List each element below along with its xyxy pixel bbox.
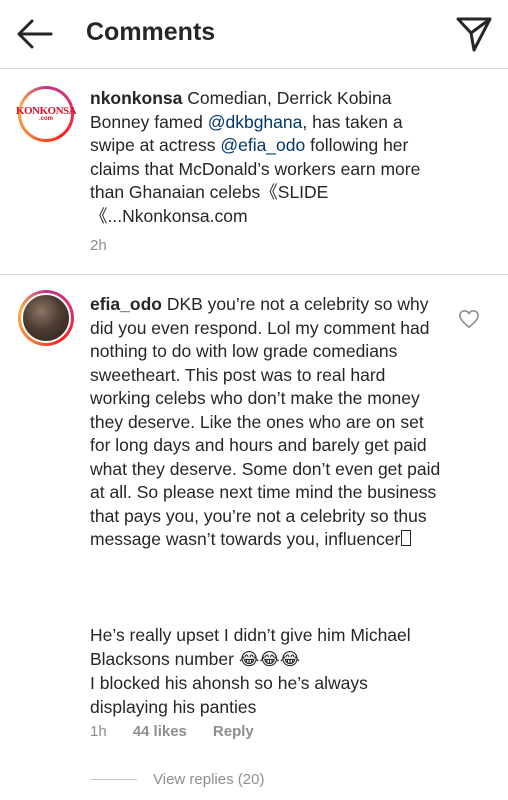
laughing-emoji-icons: 😂😂😂 — [238, 649, 301, 670]
post-caption: KONKONSA .com nkonkonsa Comedian, Derric… — [0, 69, 508, 275]
replies-divider — [91, 779, 137, 780]
nkonkonsa-logo: KONKONSA — [15, 104, 77, 117]
caption-timestamp: 2h — [90, 237, 107, 254]
comment-text: efia_odo DKB you’re not a celebrity so w… — [90, 294, 441, 549]
view-replies-label[interactable]: View replies (20) — [153, 771, 264, 788]
send-paper-plane-icon — [456, 17, 492, 52]
mention-efia-odo[interactable]: @efia_odo — [220, 135, 305, 155]
profile-photo — [21, 293, 71, 343]
page-title: Comments — [86, 18, 216, 46]
reply-button[interactable]: Reply — [213, 723, 254, 740]
caption-username[interactable]: nkonkonsa — [90, 88, 182, 108]
share-button[interactable] — [454, 14, 494, 54]
avatar-efia-odo[interactable] — [18, 290, 74, 346]
likes-count[interactable]: 44 likes — [133, 723, 187, 740]
comment-actions: 1h 44 likes Reply — [90, 723, 280, 740]
back-button[interactable] — [14, 16, 54, 52]
comment-username[interactable]: efia_odo — [90, 294, 162, 314]
avatar-nkonkonsa[interactable]: KONKONSA .com — [15, 86, 77, 142]
heart-outline-icon — [459, 309, 479, 329]
comment-timestamp: 1h — [90, 723, 107, 740]
view-replies[interactable]: View replies (20) — [91, 771, 264, 788]
comment-text-continued: He’s really upset I didn’t give him Mich… — [90, 625, 411, 717]
arrow-left-icon — [17, 19, 53, 49]
caption-text: nkonkonsa Comedian, Derrick Kobina Bonne… — [90, 88, 421, 226]
like-button[interactable] — [458, 309, 480, 329]
top-bar: Comments — [0, 0, 508, 69]
mention-dkbghana[interactable]: @dkbghana — [208, 112, 303, 132]
unknown-glyph-box — [401, 530, 412, 546]
